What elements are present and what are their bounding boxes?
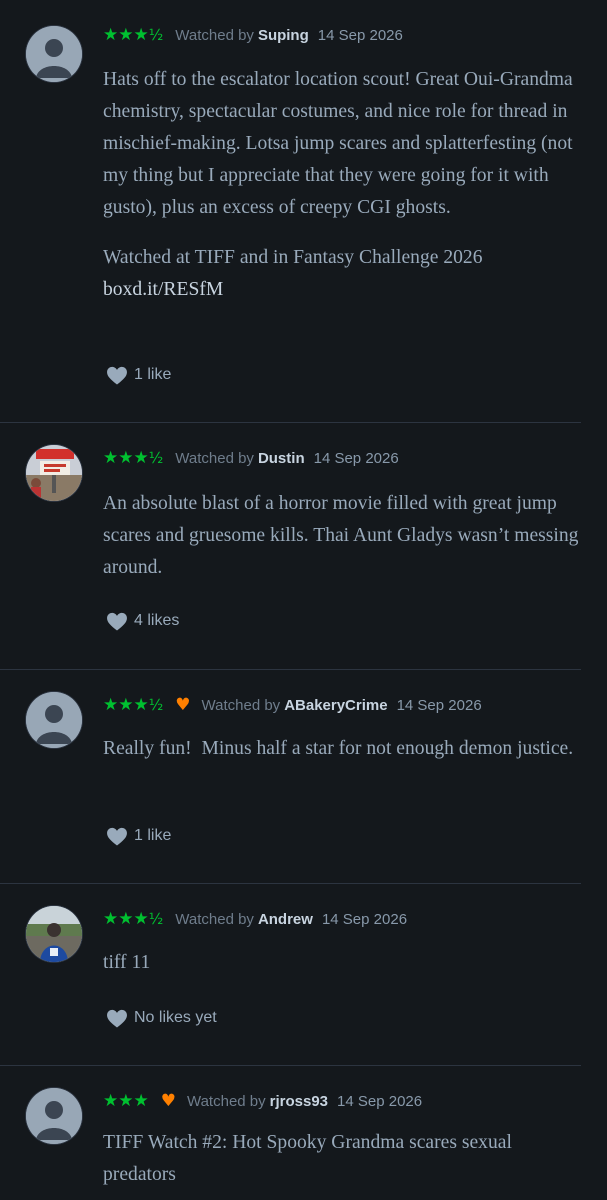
star-rating: ★★★½: [103, 909, 164, 929]
like-count: 1 like: [134, 366, 172, 383]
review-text: TIFF Watch #2: Hot Spooky Grandma scares…: [103, 1132, 512, 1185]
divider: [0, 1065, 581, 1066]
heart-icon: [107, 1009, 127, 1028]
avatar[interactable]: [26, 26, 82, 82]
like-count: No likes yet: [134, 1009, 217, 1026]
divider: [0, 883, 581, 884]
avatar[interactable]: [26, 1088, 82, 1144]
watched-label: Watched by: [175, 449, 254, 467]
heart-icon: [107, 366, 127, 385]
review-date[interactable]: 14 Sep 2026: [337, 1093, 422, 1110]
review-date[interactable]: 14 Sep 2026: [397, 697, 482, 714]
username-link[interactable]: Suping: [258, 27, 309, 44]
avatar[interactable]: [26, 692, 82, 748]
like-button[interactable]: 1 like: [106, 825, 171, 847]
review-meta: ★★★½ Watched by Suping 14 Sep 2026: [103, 23, 403, 47]
review-text: An absolute blast of a horror movie fill…: [103, 493, 579, 578]
watched-label: Watched by: [175, 26, 254, 44]
username-link[interactable]: Andrew: [258, 911, 313, 928]
review-meta: ★★★ ♥ Watched by rjross93 14 Sep 2026: [103, 1089, 422, 1113]
heart-icon: [107, 612, 127, 631]
like-button[interactable]: 4 likes: [106, 610, 179, 632]
review-date[interactable]: 14 Sep 2026: [322, 911, 407, 928]
divider: [0, 669, 581, 670]
heart-icon: [107, 827, 127, 846]
review-meta: ★★★½ ♥ Watched by ABakeryCrime 14 Sep 20…: [103, 693, 482, 717]
like-count: 4 likes: [134, 612, 180, 629]
review-date[interactable]: 14 Sep 2026: [318, 27, 403, 44]
avatar[interactable]: [26, 445, 82, 501]
username-link[interactable]: Dustin: [258, 450, 305, 467]
like-count: 1 like: [134, 827, 172, 844]
star-rating: ★★★: [103, 1091, 149, 1111]
like-button[interactable]: 1 like: [106, 364, 171, 386]
review-date[interactable]: 14 Sep 2026: [314, 450, 399, 467]
liked-heart-icon: ♥: [160, 1091, 176, 1111]
divider: [0, 422, 581, 423]
review-text: tiff 11: [103, 952, 151, 973]
star-rating: ★★★½: [103, 448, 164, 468]
review-meta: ★★★½ Watched by Dustin 14 Sep 2026: [103, 446, 399, 470]
watched-label: Watched by: [175, 910, 254, 928]
watched-label: Watched by: [201, 696, 281, 714]
like-button[interactable]: No likes yet: [106, 1007, 217, 1029]
watched-label: Watched by: [186, 1092, 266, 1110]
liked-heart-icon: ♥: [175, 695, 191, 715]
star-rating: ★★★½: [103, 695, 164, 715]
review-text: Hats off to the escalator location scout…: [103, 64, 581, 306]
avatar[interactable]: [26, 906, 82, 962]
review-text: Really fun! Minus half a star for not en…: [103, 738, 574, 759]
username-link[interactable]: rjross93: [270, 1093, 328, 1110]
review-link[interactable]: boxd.it/RESfM: [103, 274, 581, 306]
review-meta: ★★★½ Watched by Andrew 14 Sep 2026: [103, 907, 407, 931]
star-rating: ★★★½: [103, 25, 164, 45]
username-link[interactable]: ABakeryCrime: [284, 697, 387, 714]
